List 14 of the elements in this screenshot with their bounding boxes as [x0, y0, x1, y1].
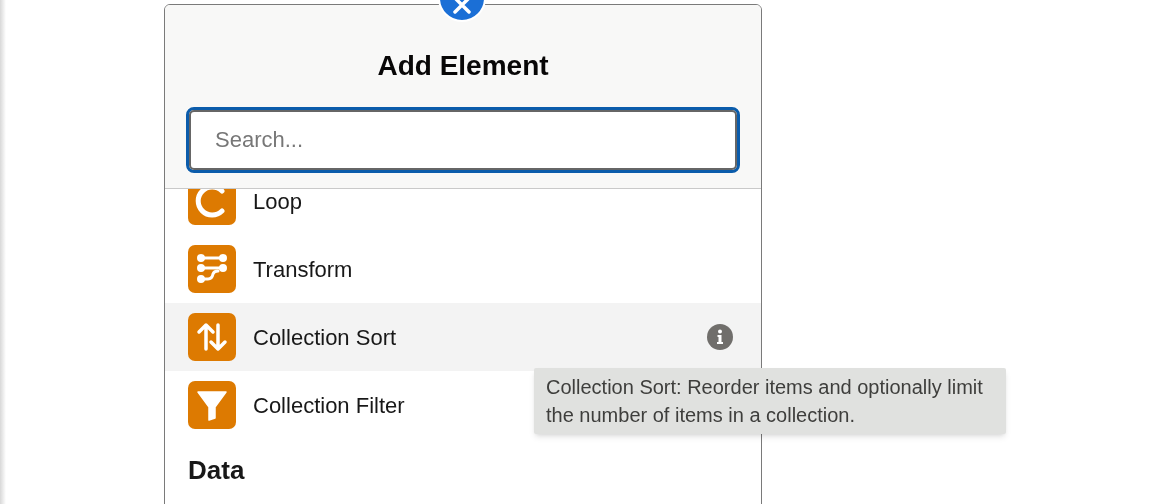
element-label: Collection Filter — [253, 391, 405, 420]
sort-arrows-icon — [188, 313, 236, 361]
element-label: Collection Sort — [253, 323, 397, 352]
element-label: Transform — [253, 255, 353, 284]
search-field[interactable]: Search... — [186, 107, 740, 173]
info-icon[interactable] — [707, 324, 733, 350]
section-heading: Data — [187, 454, 246, 487]
close-icon — [453, 0, 471, 14]
transform-icon — [188, 245, 236, 293]
tooltip: Collection Sort: Reorder items and optionally limit the number of items in a collection. — [534, 368, 1006, 434]
dialog-title: Add Element — [377, 49, 549, 83]
element-item[interactable]: Collection Sort — [165, 303, 761, 371]
element-label: Loop — [253, 189, 302, 216]
filter-icon — [188, 381, 236, 429]
